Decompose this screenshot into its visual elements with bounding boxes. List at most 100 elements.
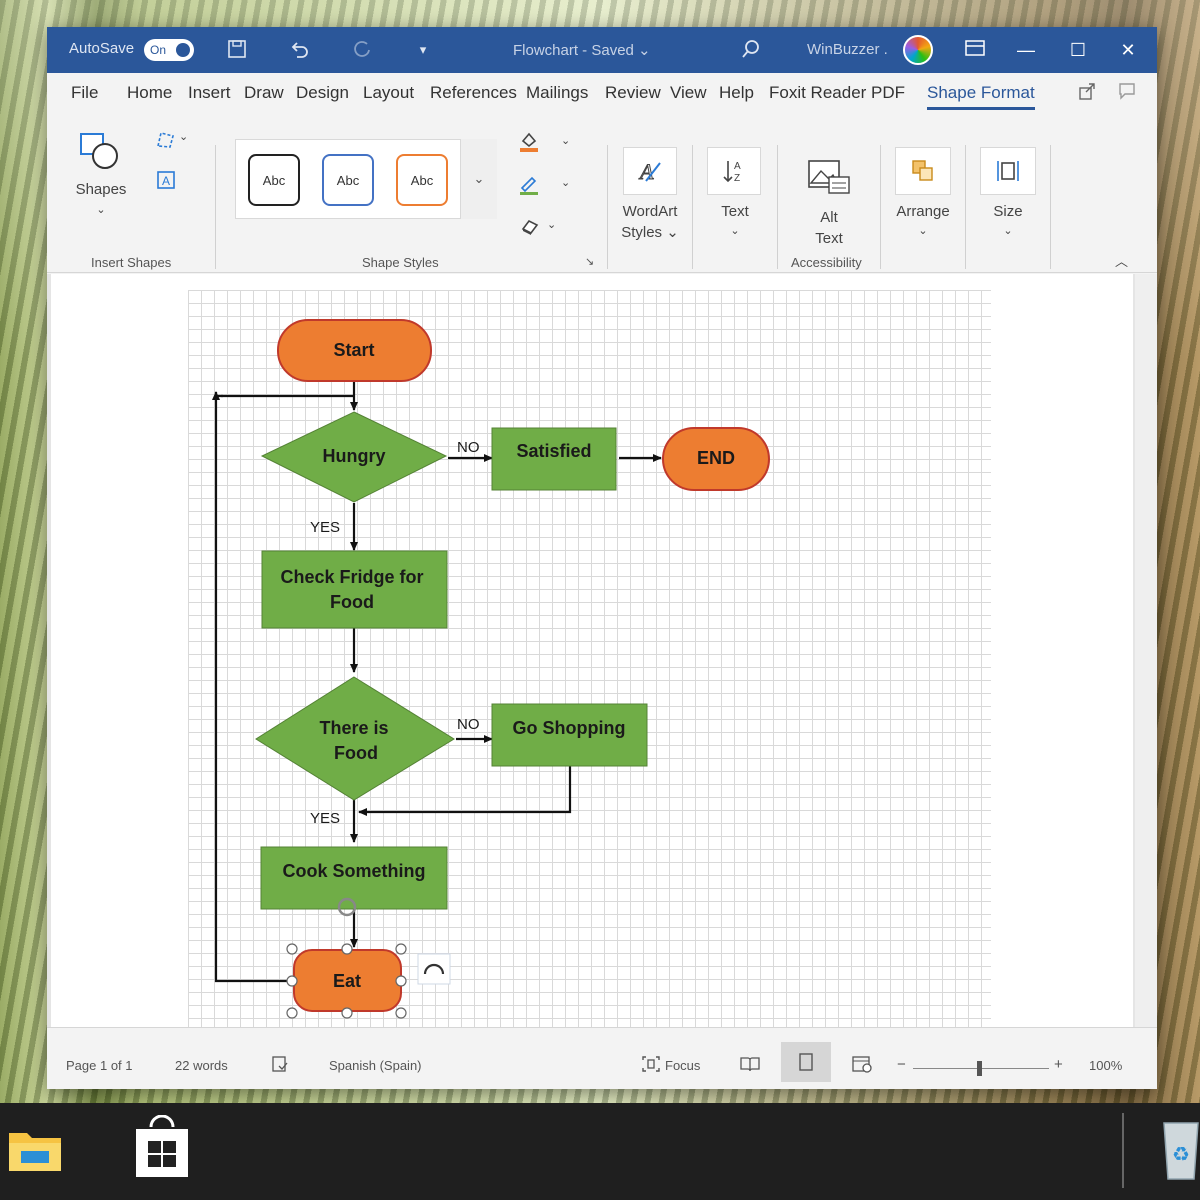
shape-effects-icon[interactable] bbox=[519, 215, 541, 242]
proofing-icon[interactable] bbox=[271, 1055, 289, 1076]
tab-draw[interactable]: Draw bbox=[244, 83, 284, 103]
alt-text-label-1[interactable]: Alt bbox=[809, 207, 849, 228]
shape-fill-chevron-icon[interactable]: ⌄ bbox=[561, 131, 570, 152]
style-swatch-1[interactable]: Abc bbox=[248, 154, 300, 206]
tab-design[interactable]: Design bbox=[296, 83, 349, 103]
save-icon[interactable] bbox=[225, 38, 249, 62]
style-swatch-2[interactable]: Abc bbox=[322, 154, 374, 206]
ribbon-separator bbox=[607, 145, 608, 269]
tab-foxit[interactable]: Foxit Reader PDF bbox=[769, 83, 905, 103]
document-page[interactable]: Start Hungry Satisfied END Check Fridge … bbox=[51, 274, 1133, 1027]
shapes-chevron-icon[interactable]: ⌄ bbox=[91, 200, 111, 221]
close-icon[interactable]: ✕ bbox=[1115, 37, 1141, 63]
svg-text:A: A bbox=[162, 174, 170, 188]
file-explorer-icon[interactable] bbox=[7, 1125, 63, 1178]
language[interactable]: Spanish (Spain) bbox=[329, 1058, 422, 1073]
edit-shape-chevron-icon[interactable]: ⌄ bbox=[179, 127, 188, 148]
minimize-icon[interactable]: — bbox=[1013, 37, 1039, 63]
food-decision[interactable] bbox=[255, 676, 455, 801]
hungry-label: Hungry bbox=[323, 446, 386, 466]
document-title[interactable]: Flowchart - Saved ⌄ bbox=[513, 41, 651, 59]
arrange-icon[interactable] bbox=[895, 147, 951, 195]
web-layout-icon[interactable] bbox=[851, 1055, 873, 1076]
recycle-bin-icon[interactable]: ♻ bbox=[1162, 1117, 1200, 1192]
food-no-label: NO bbox=[457, 716, 480, 733]
wordart-styles-icon[interactable]: A bbox=[623, 147, 677, 195]
search-icon[interactable] bbox=[739, 38, 763, 62]
zoom-level[interactable]: 100% bbox=[1089, 1058, 1122, 1073]
arrange-chevron-icon[interactable]: ⌄ bbox=[913, 221, 933, 242]
tab-references[interactable]: References bbox=[430, 83, 517, 103]
go-shopping-label: Go Shopping bbox=[513, 718, 626, 738]
check-fridge-node[interactable] bbox=[261, 550, 448, 629]
vertical-scrollbar[interactable] bbox=[1135, 274, 1157, 1027]
shape-effects-chevron-icon[interactable]: ⌄ bbox=[547, 215, 556, 236]
user-name[interactable]: WinBuzzer . bbox=[807, 41, 888, 58]
text-direction-icon[interactable]: AZ bbox=[707, 147, 761, 195]
zoom-in-icon[interactable]: + bbox=[1054, 1056, 1063, 1073]
style-swatch-3[interactable]: Abc bbox=[396, 154, 448, 206]
tab-shape-format[interactable]: Shape Format bbox=[927, 83, 1035, 110]
text-chevron-icon[interactable]: ⌄ bbox=[725, 221, 745, 242]
tab-review[interactable]: Review bbox=[605, 83, 661, 103]
toggle-knob bbox=[176, 43, 190, 57]
tab-home[interactable]: Home bbox=[127, 83, 172, 103]
eat-label: Eat bbox=[333, 971, 361, 991]
svg-text:A: A bbox=[734, 161, 741, 172]
ribbon-display-icon[interactable] bbox=[962, 37, 988, 63]
layout-options-button[interactable] bbox=[417, 953, 451, 985]
shape-outline-chevron-icon[interactable]: ⌄ bbox=[561, 173, 570, 194]
edit-shape-icon[interactable] bbox=[155, 129, 177, 156]
microsoft-store-icon[interactable] bbox=[133, 1114, 191, 1184]
avatar[interactable] bbox=[903, 35, 933, 65]
shape-styles-gallery: Abc Abc Abc bbox=[235, 139, 497, 219]
undo-icon[interactable] bbox=[287, 38, 311, 62]
shape-outline-icon[interactable] bbox=[517, 172, 541, 201]
zoom-out-icon[interactable]: − bbox=[897, 1056, 906, 1073]
focus-icon[interactable] bbox=[641, 1055, 661, 1076]
page-count[interactable]: Page 1 of 1 bbox=[66, 1058, 133, 1073]
size-chevron-icon[interactable]: ⌄ bbox=[998, 221, 1018, 242]
taskbar-divider bbox=[1122, 1113, 1124, 1188]
tab-mailings[interactable]: Mailings bbox=[526, 83, 588, 103]
end-label: END bbox=[697, 448, 735, 468]
alt-text-label-2[interactable]: Text bbox=[809, 228, 849, 249]
dialog-launcher-icon[interactable]: ↘ bbox=[585, 255, 594, 268]
wordart-label-2[interactable]: Styles ⌄ bbox=[613, 222, 687, 243]
collapse-ribbon-icon[interactable]: ︿ bbox=[1115, 251, 1128, 272]
redo-icon[interactable] bbox=[350, 38, 374, 62]
size-icon[interactable] bbox=[980, 147, 1036, 195]
customize-toolbar-icon[interactable]: ▾ bbox=[411, 38, 435, 62]
word-count[interactable]: 22 words bbox=[175, 1058, 228, 1073]
text-box-icon[interactable]: A bbox=[155, 169, 177, 196]
text-label[interactable]: Text bbox=[705, 201, 765, 222]
zoom-slider-thumb[interactable] bbox=[977, 1061, 982, 1076]
wordart-label-1[interactable]: WordArt bbox=[613, 201, 687, 222]
svg-text:Z: Z bbox=[734, 173, 740, 184]
comments-icon[interactable] bbox=[1117, 81, 1137, 106]
size-label[interactable]: Size bbox=[977, 201, 1039, 222]
document-area: Start Hungry Satisfied END Check Fridge … bbox=[47, 274, 1157, 1027]
cook-label: Cook Something bbox=[283, 861, 426, 881]
tab-layout[interactable]: Layout bbox=[363, 83, 414, 103]
alt-text-icon[interactable] bbox=[807, 157, 851, 202]
arrange-label[interactable]: Arrange bbox=[889, 201, 957, 222]
food-decision-label-1: There is bbox=[319, 718, 388, 738]
tab-insert[interactable]: Insert bbox=[188, 83, 231, 103]
tab-file[interactable]: File bbox=[71, 83, 98, 103]
gallery-more-button[interactable]: ⌄ bbox=[460, 139, 497, 219]
ribbon: Shapes ⌄ ⌄ A Insert Shapes Abc Abc Abc ⌄… bbox=[47, 117, 1157, 273]
tab-view[interactable]: View bbox=[670, 83, 707, 103]
print-layout-button[interactable] bbox=[781, 1042, 831, 1082]
maximize-icon[interactable]: ☐ bbox=[1065, 37, 1091, 63]
share-icon[interactable] bbox=[1077, 81, 1097, 106]
shapes-label[interactable]: Shapes bbox=[75, 179, 127, 200]
focus-label[interactable]: Focus bbox=[665, 1058, 700, 1073]
check-fridge-label-2: Food bbox=[330, 592, 374, 612]
read-mode-icon[interactable] bbox=[739, 1055, 761, 1076]
tab-help[interactable]: Help bbox=[719, 83, 754, 103]
autosave-toggle[interactable]: On bbox=[144, 39, 194, 61]
shape-fill-icon[interactable] bbox=[517, 129, 541, 158]
shapes-icon[interactable] bbox=[79, 131, 123, 180]
food-yes-label: YES bbox=[310, 810, 340, 827]
